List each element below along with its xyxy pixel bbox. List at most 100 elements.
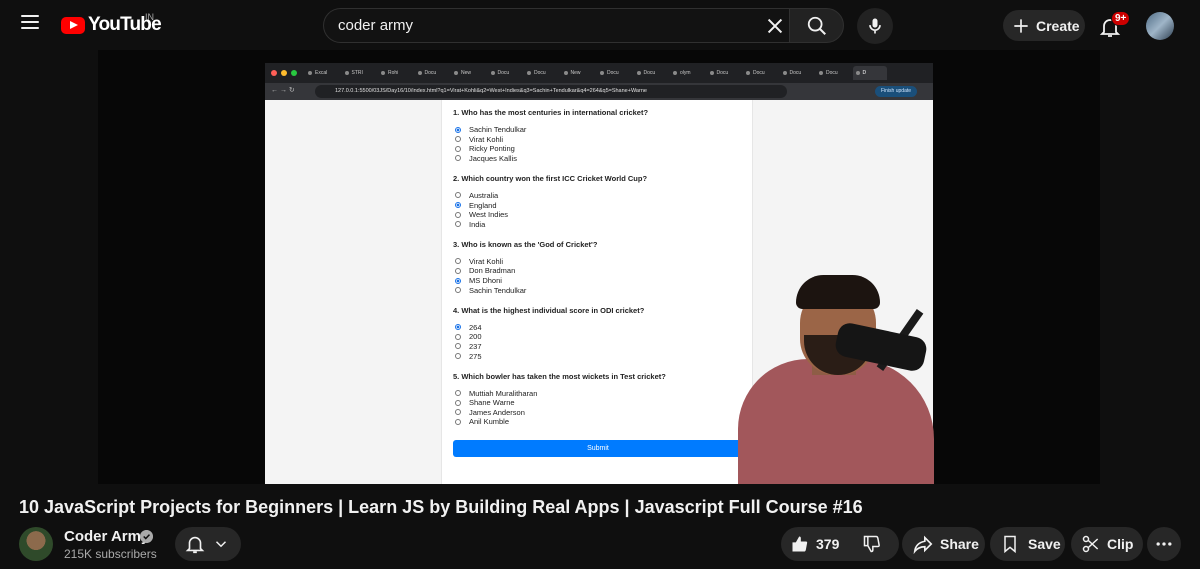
close-dot-icon [271,70,277,76]
quiz-question: 3. Who is known as the 'God of Cricket'? [453,239,598,249]
video-frame: Excal STRI Rohi Docu New Docu Docu New Docu Docu o… [98,50,1100,484]
browser-tab: New [451,66,485,80]
quiz-option: MS Dhoni [455,276,502,285]
radio-button-icon [455,211,461,218]
browser-tab: Docu [415,66,449,80]
nav-arrows-icon: ← → ↻ [271,87,295,94]
plus-icon [1014,18,1028,33]
quiz-option-label: Ricky Ponting [469,144,515,154]
radio-button-icon [455,126,461,133]
radio-button-icon [455,418,461,425]
quiz-option: 237 [455,342,482,351]
presenter-webcam [736,275,1036,484]
radio-button-icon [455,343,461,350]
create-button[interactable]: Create [1003,10,1085,41]
clip-button[interactable]: Clip [1071,527,1143,561]
browser-tab: olym [670,66,704,80]
quiz-option: England [455,201,497,210]
search-icon [807,16,826,35]
radio-button-icon [455,136,461,143]
more-horizontal-icon [1156,542,1172,546]
channel-avatar[interactable] [19,527,53,561]
browser-tab: STRI [342,66,376,80]
quiz-option: 200 [455,332,482,341]
finish-update-button: Finish update [875,86,918,97]
create-label: Create [1036,17,1080,34]
quiz-option-label: 275 [469,351,482,361]
radio-button-icon [455,192,461,199]
microphone-icon [869,18,881,34]
quiz-question: 4. What is the highest individual score … [453,305,645,315]
quiz-option-label: James Anderson [469,407,525,417]
thumbs-down-icon [863,535,880,553]
radio-button-icon [455,202,461,208]
voice-search-button[interactable] [857,8,893,44]
browser-tab: Docu [743,66,777,80]
quiz-option-label: Don Bradman [469,266,516,276]
quiz-option-label: Muttiah Muralitharan [469,388,538,398]
video-player[interactable]: Excal STRI Rohi Docu New Docu Docu New Docu Docu o… [0,50,1200,484]
quiz-option-label: England [469,200,497,210]
subscriber-count: 215K subscribers [64,547,157,561]
youtube-play-icon [61,16,85,34]
video-title: 10 JavaScript Projects for Beginners | L… [19,497,863,517]
like-dislike-group: 379 [781,527,899,561]
channel-name[interactable]: Coder Army [64,528,149,545]
more-actions-button[interactable] [1147,527,1181,561]
quiz-option: James Anderson [455,408,525,417]
quiz-option-label: 264 [469,322,482,332]
browser-tab: D [852,66,887,80]
quiz-option-label: Sachin Tendulkar [469,285,527,295]
quiz-question: 5. Which bowler has taken the most wicke… [453,371,666,381]
quiz-option: 264 [455,323,482,332]
browser-tab: Excal [305,66,339,80]
address-bar: ← → ↻ 127.0.0.1:5500/03JS/Day16/10/index… [265,83,933,100]
browser-tabstrip: Excal STRI Rohi Docu New Docu Docu New Docu Docu o… [265,63,933,83]
clear-search-icon[interactable] [764,15,786,37]
radio-button-icon [455,399,461,406]
minimize-dot-icon [281,70,287,76]
radio-button-icon [455,145,461,152]
quiz-option-label: Virat Kohli [469,134,504,144]
clip-label: Clip [1107,536,1134,552]
quiz-option: Shane Warne [455,398,515,407]
quiz-question: 1. Who has the most centuries in interna… [453,108,649,117]
quiz-option: India [455,220,485,229]
quiz-option: Don Bradman [455,266,515,275]
dislike-button[interactable] [853,527,882,561]
verified-check-icon [140,530,153,543]
notification-badge: 9+ [1111,11,1131,26]
hamburger-menu-icon[interactable] [16,11,44,39]
radio-button-icon [455,277,461,284]
browser-tab: Docu [707,66,741,80]
quiz-option: Muttiah Muralitharan [455,389,537,398]
radio-button-icon [455,221,461,228]
radio-button-icon [455,258,461,265]
browser-tab: Rohi [378,66,412,80]
search-input[interactable] [338,9,738,42]
browser-tab: Docu [488,66,522,80]
account-avatar[interactable] [1146,12,1174,40]
maximize-dot-icon [291,70,297,76]
like-button[interactable]: 379 [781,527,853,561]
share-button[interactable]: Share [902,527,985,561]
quiz-option-label: Anil Kumble [469,417,510,427]
thumbs-up-icon [792,536,808,552]
url-text: 127.0.0.1:5500/03JS/Day16/10/index.html?… [315,85,787,98]
save-button[interactable]: Save [990,527,1065,561]
radio-button-icon [455,409,461,416]
browser-tab: Docu [780,66,814,80]
subscribed-notifications-button[interactable] [175,527,241,561]
bell-notification-icon [185,536,205,554]
quiz-option: Virat Kohli [455,257,503,266]
radio-button-icon [455,267,461,274]
quiz-option: Sachin Tendulkar [455,125,526,134]
chevron-down-icon [215,541,227,548]
radio-button-icon [455,155,461,162]
quiz-option: Jacques Kallis [455,154,517,163]
quiz-option-label: Shane Warne [469,398,515,408]
quiz-option-label: Virat Kohli [469,256,504,266]
search-button[interactable] [789,8,844,43]
browser-tab: New [561,66,595,80]
radio-button-icon [455,333,461,340]
